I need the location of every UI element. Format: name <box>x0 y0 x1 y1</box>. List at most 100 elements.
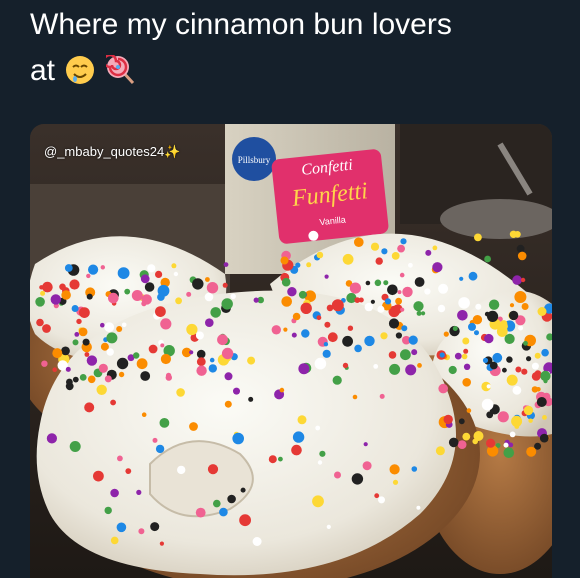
sprinkle <box>377 305 385 313</box>
sprinkle <box>438 383 449 394</box>
sprinkle <box>69 441 81 452</box>
sprinkle <box>362 461 372 471</box>
sprinkle <box>230 293 236 299</box>
lollipop-icon <box>105 55 134 85</box>
sprinkle <box>100 322 105 328</box>
sprinkle <box>387 284 398 296</box>
sprinkle <box>506 356 513 363</box>
sprinkle <box>405 364 417 376</box>
sprinkle <box>432 245 438 251</box>
sprinkle <box>110 488 119 498</box>
sprinkle <box>116 522 127 533</box>
sprinkle <box>283 327 288 332</box>
sprinkle <box>291 332 297 338</box>
sparkles-icon: ✨ <box>164 144 181 159</box>
sprinkle <box>395 297 402 305</box>
sprinkle <box>136 489 142 495</box>
sprinkle <box>448 437 459 448</box>
sprinkle <box>502 367 507 373</box>
post-photo[interactable]: Pillsbury Confetti Funfetti Vanilla @_mb… <box>30 124 552 578</box>
sprinkle <box>503 447 515 459</box>
sprinkle <box>388 351 397 359</box>
sprinkle <box>416 310 422 316</box>
sprinkle <box>196 365 207 376</box>
sprinkle <box>374 493 380 499</box>
sprinkle <box>400 349 411 361</box>
sprinkle <box>421 311 426 316</box>
sprinkle <box>117 455 123 462</box>
sprinkle <box>306 262 312 268</box>
sprinkle <box>466 408 472 413</box>
sprinkle <box>61 290 71 300</box>
sprinkle <box>414 277 425 287</box>
sprinkle <box>131 290 143 301</box>
sprinkle <box>439 352 445 358</box>
sprinkle <box>443 331 449 337</box>
sprinkle <box>342 335 353 347</box>
sprinkle <box>176 388 185 397</box>
sprinkle <box>531 362 539 370</box>
sprinkle <box>291 444 302 456</box>
sprinkle <box>221 347 234 360</box>
sprinkle <box>50 294 61 305</box>
sprinkle <box>458 297 470 309</box>
sprinkle <box>365 280 371 286</box>
sprinkle <box>316 315 322 321</box>
sprinkle <box>207 464 219 475</box>
sprinkle <box>521 303 529 310</box>
sprinkle <box>206 282 219 294</box>
sprinkle <box>463 348 469 354</box>
sprinkle <box>192 278 204 290</box>
sprinkle <box>141 412 147 418</box>
sprinkle <box>36 318 44 327</box>
sprinkle <box>136 358 148 370</box>
sprinkle <box>351 473 364 485</box>
sprinkle <box>331 299 344 312</box>
sprinkle <box>508 310 519 321</box>
sprinkle <box>509 303 515 308</box>
sprinkle <box>46 433 57 444</box>
sprinkle <box>232 432 244 445</box>
sprinkle <box>462 432 471 441</box>
sprinkle <box>488 299 500 310</box>
sprinkle <box>516 244 525 253</box>
sprinkle <box>389 363 401 375</box>
sprinkle <box>509 230 518 238</box>
sprinkle <box>189 350 194 355</box>
sprinkle <box>468 271 478 281</box>
sprinkle <box>205 318 214 327</box>
sprinkle <box>69 279 80 290</box>
sprinkle <box>312 495 324 508</box>
sprinkle <box>155 270 163 278</box>
sprinkle <box>93 470 104 482</box>
sprinkle <box>542 415 547 420</box>
sprinkle <box>280 256 289 265</box>
sprinkle <box>42 281 53 293</box>
sprinkle <box>381 248 388 255</box>
sprinkle <box>271 325 281 335</box>
sprinkle <box>324 321 331 328</box>
sprinkle <box>354 237 364 247</box>
sprinkle <box>411 466 418 472</box>
sprinkle <box>540 370 551 382</box>
sprinkle <box>400 238 407 245</box>
sprinkle <box>379 393 385 399</box>
sprinkle <box>116 326 123 332</box>
sprinkle <box>411 349 418 356</box>
sprinkle <box>160 343 165 348</box>
sprinkle <box>358 297 364 303</box>
sprinkle <box>308 230 319 241</box>
sprinkle <box>391 252 400 260</box>
sprinkle <box>503 442 509 448</box>
sprinkle <box>41 360 48 367</box>
sprinkle <box>295 262 301 268</box>
sprinkle <box>268 455 277 464</box>
sprinkle <box>413 301 424 312</box>
sprinkle <box>298 363 310 375</box>
sprinkle <box>504 333 515 344</box>
sprinkle <box>155 444 165 454</box>
sprinkle <box>457 310 468 321</box>
sprinkle <box>104 375 112 383</box>
sprinkle <box>454 352 462 360</box>
sprinkle <box>221 298 233 310</box>
